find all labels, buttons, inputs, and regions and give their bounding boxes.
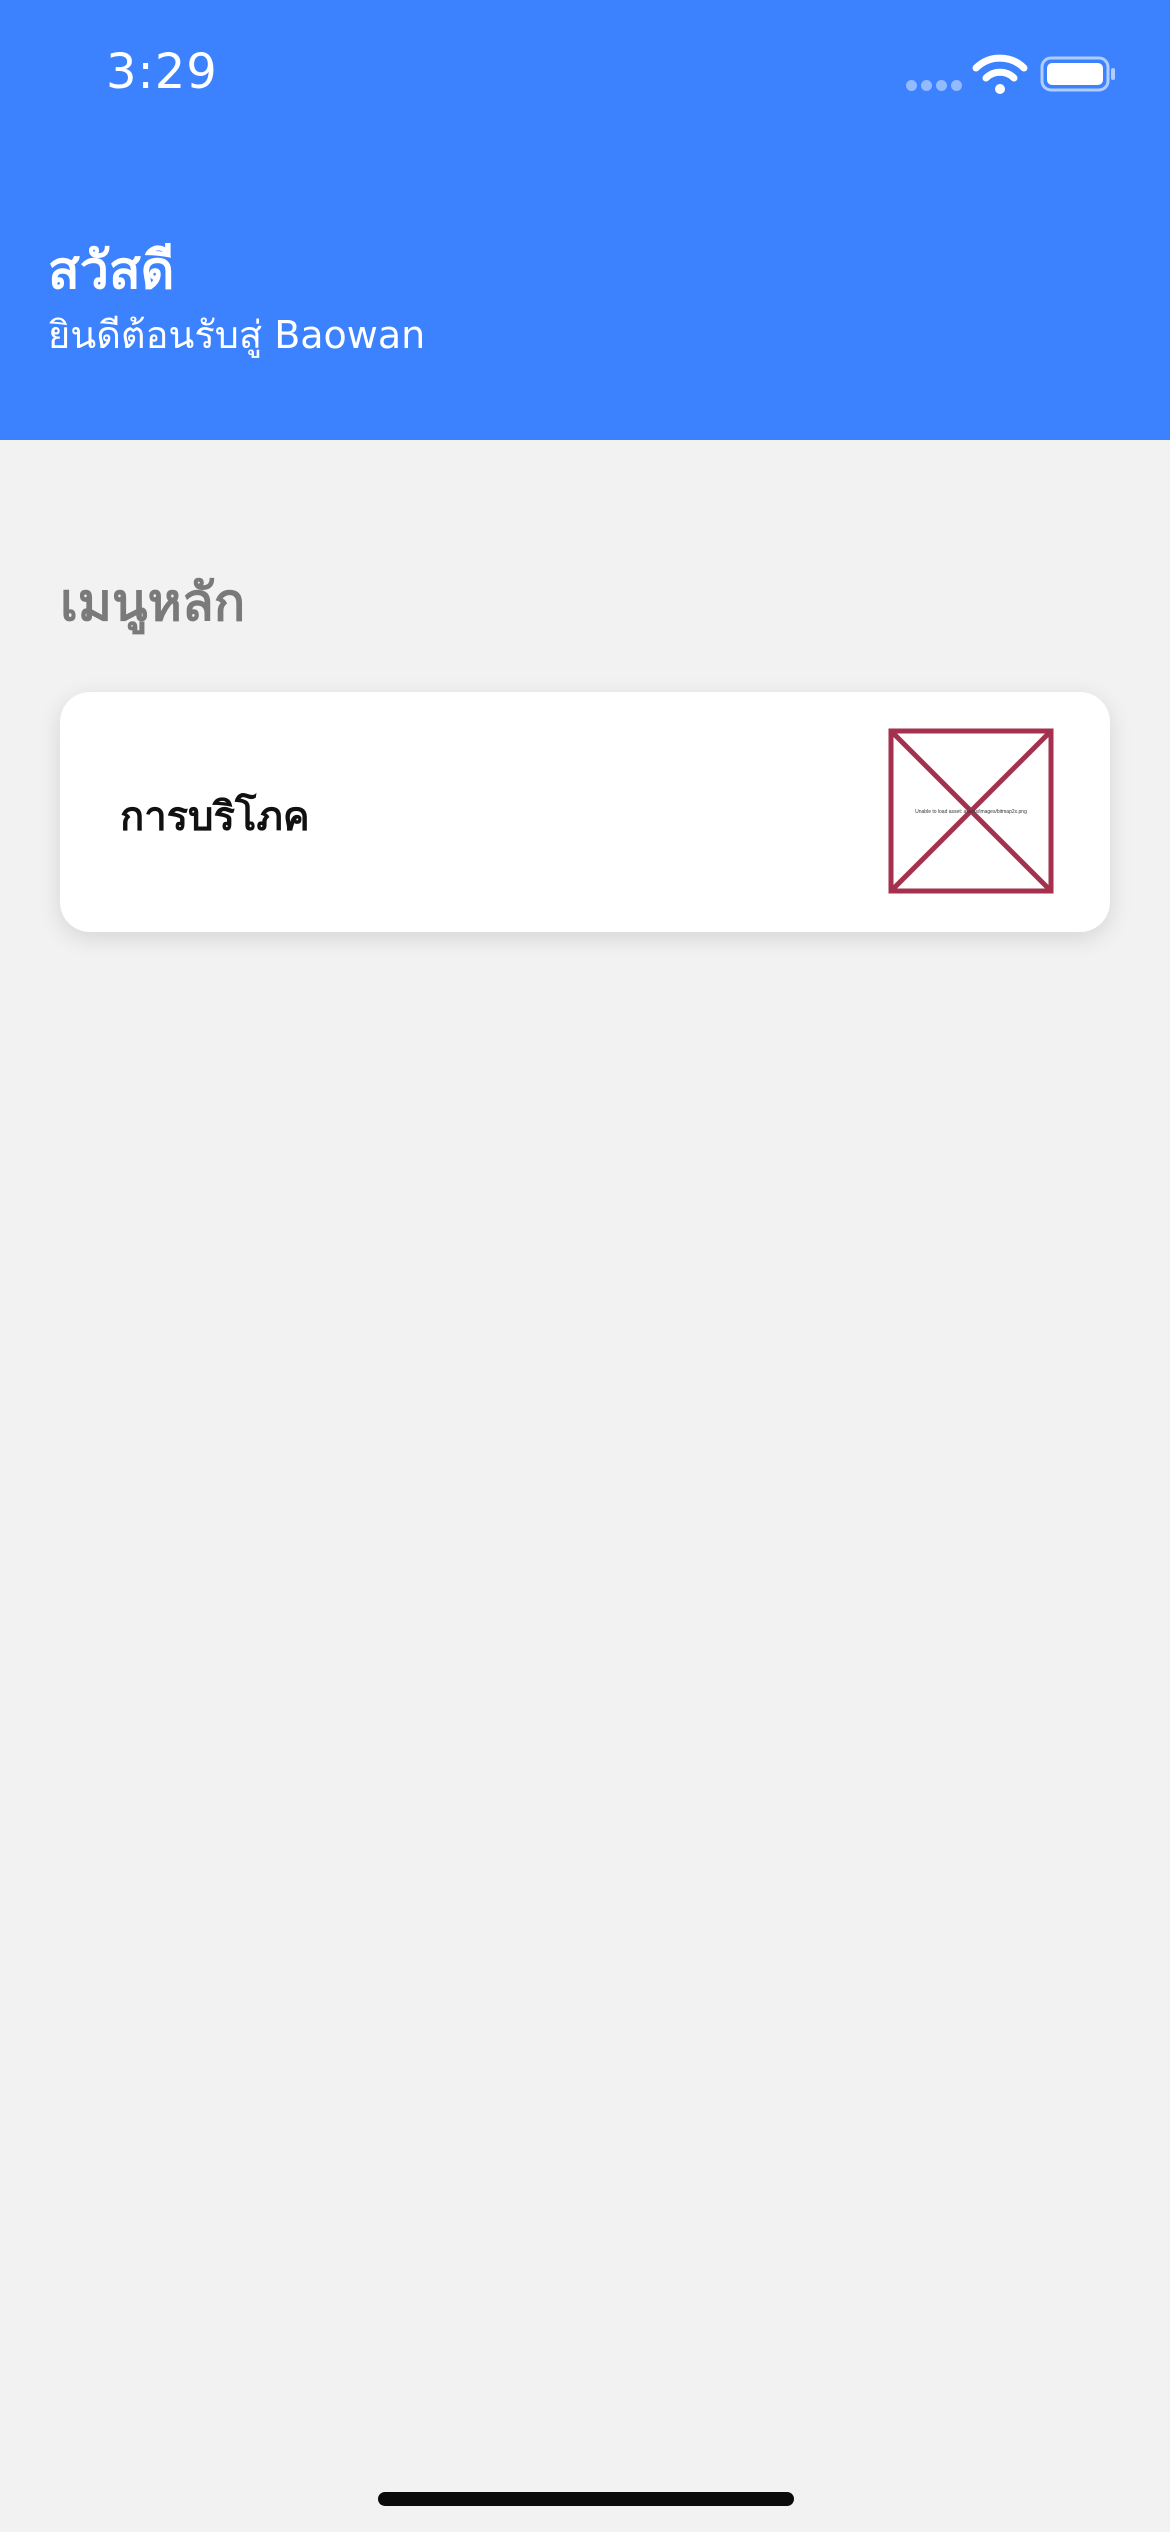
- battery-icon: [1040, 56, 1115, 92]
- header: 3:29 สวัสดี ยินดีต้อนรับสู่ Baowan: [0, 0, 1170, 440]
- greeting-subtitle: ยินดีต้อนรับสู่ Baowan: [48, 313, 426, 357]
- menu-card-consumption[interactable]: การบริโภค Unable to load asset: assets/i…: [60, 692, 1110, 932]
- greeting-title: สวัสดี: [48, 241, 175, 301]
- menu-card-label: การบริโภค: [120, 794, 310, 840]
- image-error-text: Unable to load asset: assets/images/bitm…: [915, 809, 1027, 815]
- section-title: เมนูหลัก: [60, 573, 246, 633]
- status-bar-time: 3:29: [106, 44, 218, 100]
- home-indicator[interactable]: [378, 2492, 794, 2506]
- broken-image-icon: Unable to load asset: assets/images/bitm…: [888, 728, 1054, 894]
- wifi-icon: [972, 54, 1028, 94]
- cellular-signal-icon: [906, 80, 962, 91]
